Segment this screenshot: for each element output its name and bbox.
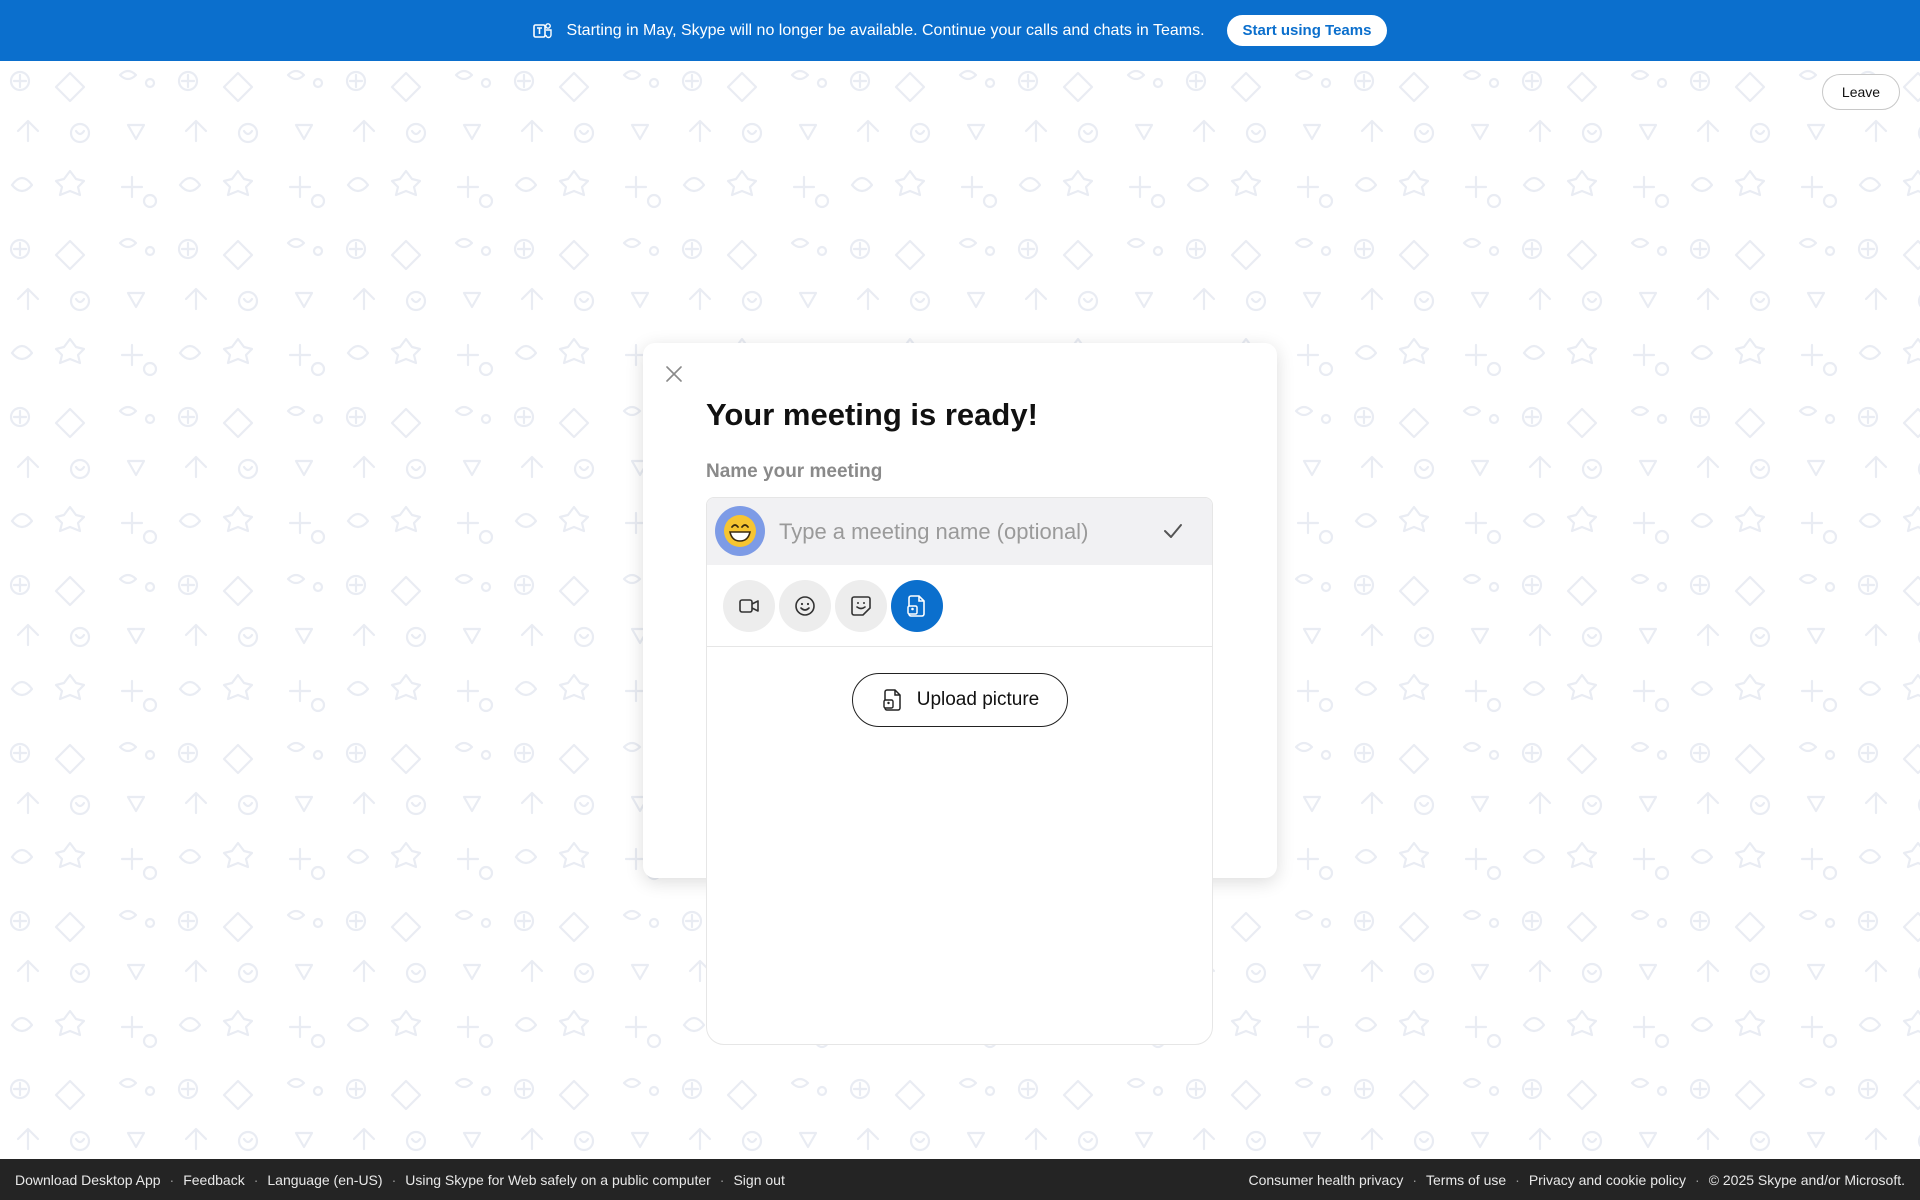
footer-separator: · xyxy=(391,1171,397,1188)
leave-button[interactable]: Leave xyxy=(1822,74,1900,110)
footer-separator: · xyxy=(169,1171,175,1188)
footer-right-links: Consumer health privacy · Terms of use ·… xyxy=(1248,1172,1905,1188)
language-link[interactable]: Language (en-US) xyxy=(267,1172,382,1188)
footer-separator: · xyxy=(719,1171,725,1188)
sticker-option-button[interactable] xyxy=(835,580,887,632)
picture-file-icon xyxy=(907,595,925,617)
sticker-icon xyxy=(851,596,871,616)
consumer-health-privacy-link[interactable]: Consumer health privacy xyxy=(1248,1172,1403,1188)
privacy-cookie-policy-link[interactable]: Privacy and cookie policy xyxy=(1529,1172,1686,1188)
copyright-text: © 2025 Skype and/or Microsoft. xyxy=(1708,1171,1905,1188)
download-desktop-app-link[interactable]: Download Desktop App xyxy=(15,1172,161,1188)
check-icon[interactable] xyxy=(1162,520,1184,542)
teams-icon xyxy=(532,22,552,38)
video-icon xyxy=(739,599,759,613)
emoji-option-button[interactable] xyxy=(779,580,831,632)
upload-picture-label: Upload picture xyxy=(916,689,1040,710)
footer-separator: · xyxy=(1412,1171,1418,1188)
teams-migration-banner: Starting in May, Skype will no longer be… xyxy=(0,0,1920,61)
dialog-title: Your meeting is ready! xyxy=(706,397,1038,432)
feedback-link[interactable]: Feedback xyxy=(183,1172,244,1188)
footer-separator: · xyxy=(1695,1171,1700,1188)
footer-separator: · xyxy=(1515,1171,1520,1188)
terms-of-use-link[interactable]: Terms of use xyxy=(1426,1172,1506,1188)
meeting-name-panel: Upload picture xyxy=(706,497,1213,1045)
footer-left-links: Download Desktop App · Feedback · Langua… xyxy=(15,1172,785,1188)
banner-message: Starting in May, Skype will no longer be… xyxy=(566,21,1205,39)
emoji-icon xyxy=(795,596,815,616)
meeting-name-row xyxy=(707,498,1212,565)
public-computer-safety-link[interactable]: Using Skype for Web safely on a public c… xyxy=(405,1172,711,1188)
upload-picture-button[interactable]: Upload picture xyxy=(852,673,1068,727)
dialog-subtitle: Name your meeting xyxy=(706,461,883,482)
start-using-teams-button[interactable]: Start using Teams xyxy=(1226,15,1388,46)
picture-option-button[interactable] xyxy=(891,580,943,632)
meeting-avatar[interactable] xyxy=(715,506,765,556)
close-icon[interactable] xyxy=(664,364,684,384)
footer: Download Desktop App · Feedback · Langua… xyxy=(0,1159,1920,1200)
avatar-options-toolbar xyxy=(723,580,943,632)
grinning-emoji-icon xyxy=(724,515,756,547)
upload-picture-icon xyxy=(883,689,901,711)
video-option-button[interactable] xyxy=(723,580,775,632)
footer-separator: · xyxy=(253,1171,259,1188)
meeting-name-input[interactable] xyxy=(777,514,1151,550)
sign-out-link[interactable]: Sign out xyxy=(733,1172,784,1188)
panel-divider xyxy=(707,646,1212,647)
